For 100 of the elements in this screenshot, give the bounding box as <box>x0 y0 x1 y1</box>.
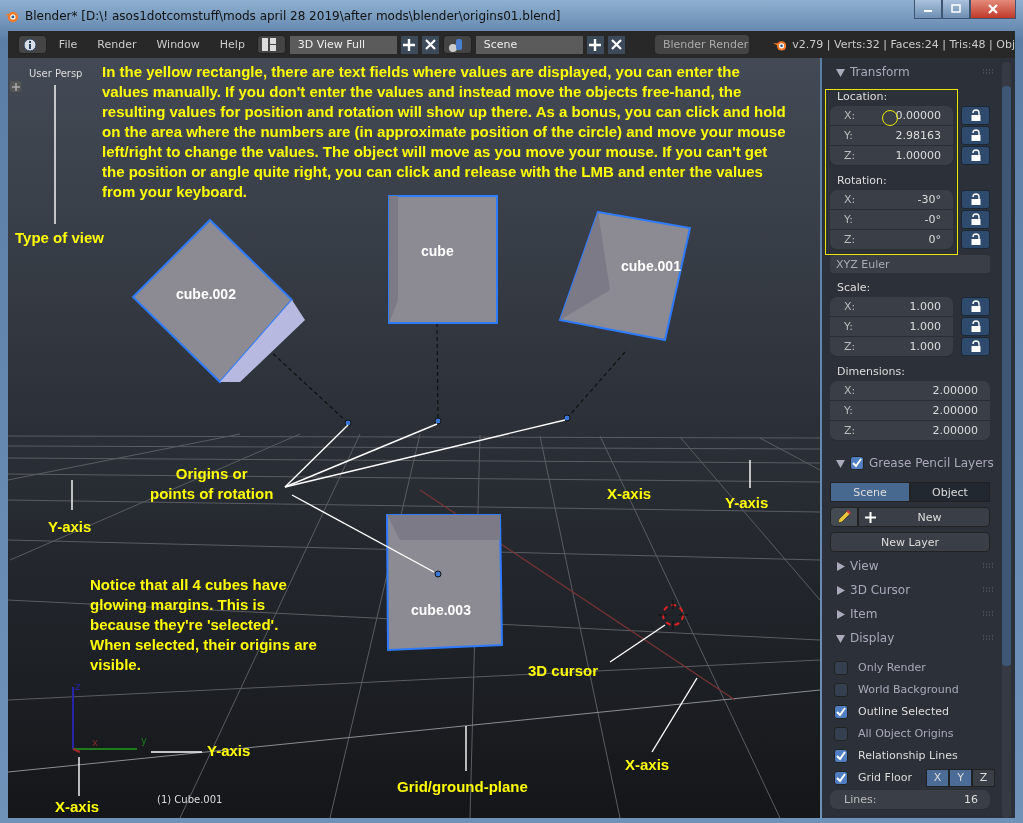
panel-title[interactable]: Transform <box>850 65 910 79</box>
disclosure-triangle-icon[interactable] <box>836 458 845 468</box>
annotation-text: X-axis <box>607 484 652 504</box>
cube[interactable] <box>131 218 305 384</box>
active-object-label: (1) Cube.001 <box>157 794 223 805</box>
axis-toggle[interactable]: X <box>926 768 949 787</box>
number-field[interactable]: Y: 1.000 <box>830 317 953 337</box>
disclosure-triangle-icon[interactable] <box>836 633 845 643</box>
pencil-icon-button[interactable] <box>830 507 858 527</box>
leader-line <box>150 751 203 753</box>
grip-icon[interactable] <box>982 611 994 617</box>
group-label: Rotation: <box>837 174 888 187</box>
plus-icon <box>403 38 416 51</box>
number-field[interactable]: Z: 0° <box>830 230 953 250</box>
grip-icon[interactable] <box>982 69 994 75</box>
grip-icon[interactable] <box>982 587 994 593</box>
lock-button[interactable] <box>961 106 990 125</box>
padlock-icon <box>969 193 982 206</box>
number-field[interactable]: X: 1.000 <box>830 297 953 317</box>
cube-label: cube.002 <box>176 286 236 302</box>
toolshelf-toggle[interactable] <box>10 81 21 92</box>
annotation-text: Y-axis <box>48 517 92 537</box>
padlock-icon <box>969 213 982 226</box>
disclosure-triangle-icon[interactable] <box>836 609 845 619</box>
checkbox[interactable] <box>834 726 848 741</box>
cube[interactable] <box>558 210 692 342</box>
lock-button[interactable] <box>961 210 990 229</box>
menu-item[interactable]: File <box>50 38 86 51</box>
layout-button[interactable] <box>256 35 286 54</box>
add-button[interactable] <box>400 35 418 54</box>
lock-button[interactable] <box>961 146 990 165</box>
scrollbar-thumb[interactable] <box>1002 86 1011 666</box>
disclosure-triangle-icon[interactable] <box>836 585 845 595</box>
axis-toggle[interactable]: Z <box>972 768 995 787</box>
panel-title[interactable]: 3D Cursor <box>850 583 911 597</box>
lock-button[interactable] <box>961 337 990 356</box>
checkbox[interactable] <box>834 660 848 675</box>
scene-field[interactable]: Scene <box>475 35 583 54</box>
panel-title[interactable]: Item <box>850 607 878 621</box>
option-label[interactable]: Grid Floor <box>858 771 912 784</box>
lock-button[interactable] <box>961 126 990 145</box>
plus-icon <box>589 38 602 51</box>
panel-title[interactable]: View <box>850 559 879 573</box>
cube[interactable] <box>386 514 503 652</box>
number-field[interactable]: Z: 2.00000 <box>830 421 990 441</box>
menu-item[interactable]: Render <box>89 38 145 51</box>
minimize-button[interactable] <box>914 0 942 19</box>
number-field[interactable]: Lines: 16 <box>830 790 990 810</box>
tab[interactable]: Object <box>910 482 990 502</box>
scene-button[interactable] <box>442 35 472 54</box>
axis-toggle[interactable]: Y <box>949 768 972 787</box>
option-label[interactable]: World Background <box>858 683 959 696</box>
maximize-button[interactable] <box>942 0 970 19</box>
scrollbar[interactable] <box>1002 62 1011 818</box>
checkbox[interactable] <box>834 770 848 785</box>
group-label: Scale: <box>837 281 872 294</box>
rotation-mode-dropdown[interactable]: XYZ Euler <box>830 255 990 273</box>
axis-gizmo-icon <box>72 686 138 753</box>
lock-button[interactable] <box>961 297 990 316</box>
number-field[interactable]: X: 2.00000 <box>830 381 990 401</box>
leader-line <box>465 725 467 772</box>
number-field[interactable]: Y: 2.00000 <box>830 401 990 421</box>
number-field[interactable]: Z: 1.00000 <box>830 146 953 166</box>
option-label[interactable]: Relationship Lines <box>858 749 958 762</box>
padlock-icon <box>969 340 982 353</box>
panel-title[interactable]: Grease Pencil Layers <box>869 456 994 470</box>
checkbox[interactable] <box>834 748 848 763</box>
number-field[interactable]: X: 0.00000 <box>830 106 953 126</box>
lock-button[interactable] <box>961 230 990 249</box>
disclosure-triangle-icon[interactable] <box>836 67 845 77</box>
menu-item[interactable]: Window <box>148 38 208 51</box>
number-field[interactable]: Y: -0° <box>830 210 953 230</box>
grip-icon[interactable] <box>982 635 994 641</box>
checkbox[interactable] <box>834 704 848 719</box>
checkbox[interactable] <box>834 682 848 697</box>
option-label[interactable]: All Object Origins <box>858 727 954 740</box>
screen-layout-field[interactable]: 3D View Full <box>289 35 397 54</box>
checkmark-icon <box>835 771 847 784</box>
delete-button[interactable] <box>421 35 439 54</box>
delete-button[interactable] <box>607 35 625 54</box>
number-field[interactable]: Z: 1.000 <box>830 337 953 357</box>
checkbox[interactable] <box>850 456 864 470</box>
lock-button[interactable] <box>961 190 990 209</box>
3d-viewport[interactable] <box>8 58 820 818</box>
lock-button[interactable] <box>961 317 990 336</box>
render-engine-dropdown[interactable]: Blender Render <box>654 35 749 54</box>
close-button[interactable] <box>970 0 1016 19</box>
add-button[interactable] <box>586 35 604 54</box>
grip-icon[interactable] <box>982 563 994 569</box>
number-field[interactable]: X: -30° <box>830 190 953 210</box>
panel-title[interactable]: Display <box>850 631 895 645</box>
option-label[interactable]: Only Render <box>858 661 926 674</box>
disclosure-triangle-icon[interactable] <box>836 561 845 571</box>
menu-item[interactable]: Help <box>211 38 253 51</box>
new-button[interactable]: New <box>858 507 990 527</box>
option-label[interactable]: Outline Selected <box>858 705 949 718</box>
number-field[interactable]: Y: 2.98163 <box>830 126 953 146</box>
new-layer-button[interactable]: New Layer <box>830 532 990 552</box>
editor-type-button[interactable] <box>18 35 47 54</box>
tab[interactable]: Scene <box>830 482 910 502</box>
